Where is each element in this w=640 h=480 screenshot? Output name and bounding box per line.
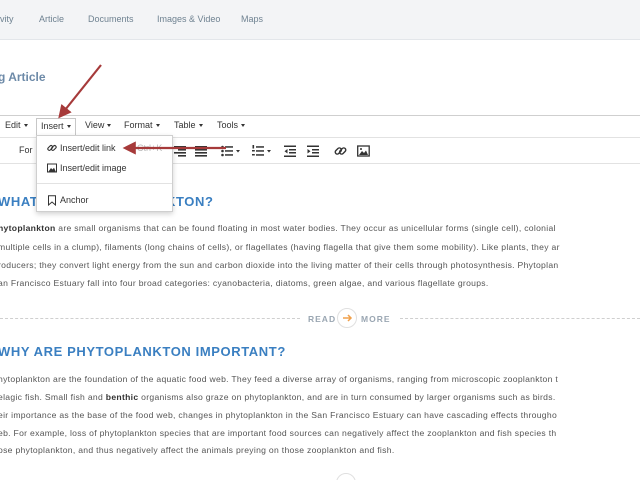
menu-item-insert-link[interactable]: Insert/edit link Ctrl+K <box>37 139 172 157</box>
paragraph-line: roducers; they convert light energy from… <box>0 260 559 270</box>
menu-table-label: Table <box>174 120 196 130</box>
menu-view[interactable]: View <box>85 120 112 134</box>
caret-down-icon <box>66 125 71 128</box>
menu-view-label: View <box>85 120 105 130</box>
image-icon <box>47 163 57 173</box>
bullet-list-icon[interactable] <box>221 144 241 158</box>
paragraph-text: organisms also graze on phytoplankton, a… <box>138 392 556 402</box>
top-nav: ivity Article Documents Images & Video M… <box>0 0 640 40</box>
paragraph-line: eir importance as the base of the food w… <box>0 410 558 420</box>
heading-text: WHAT <box>0 194 39 209</box>
read-more-button[interactable] <box>337 308 357 328</box>
link-icon <box>47 145 57 151</box>
menu-table[interactable]: Table <box>174 120 203 134</box>
menu-item-label: Insert/edit image <box>60 163 127 173</box>
caret-down-icon <box>107 124 112 127</box>
paragraph-line: elagic fish. Small fish and benthic orga… <box>0 392 556 402</box>
bold-term: benthic <box>105 392 139 402</box>
menu-separator <box>37 183 172 184</box>
menu-format-label: Format <box>124 120 153 130</box>
paragraph-text: elagic fish. Small fish and <box>0 392 106 402</box>
paragraph-line: hytoplankton are the foundation of the a… <box>0 374 559 384</box>
align-justify-icon[interactable] <box>195 144 207 158</box>
annotation-arrow-insert <box>58 64 102 119</box>
paragraph-line: an Francisco Estuary fall into four broa… <box>0 278 489 288</box>
shortcut-label: Ctrl+K <box>137 143 163 153</box>
align-right-icon[interactable] <box>174 144 186 158</box>
bookmark-icon <box>48 195 56 206</box>
paragraph-line: ose phytoplankton, and thus negatively a… <box>0 445 395 455</box>
more-label: MORE <box>361 314 391 324</box>
read-more-divider: READ MORE <box>0 308 640 328</box>
caret-down-icon <box>241 124 246 127</box>
bold-term: hytoplankton <box>0 223 56 233</box>
divider-line <box>0 318 300 319</box>
page-title: g Article <box>0 70 46 84</box>
menu-insert[interactable]: Insert <box>36 118 76 135</box>
paragraph-line: multiple cells in a clump), filaments (l… <box>0 242 560 252</box>
read-label: READ <box>308 314 337 324</box>
caret-down-icon <box>198 124 203 127</box>
nav-item-maps[interactable]: Maps <box>241 14 263 24</box>
nav-item-activity[interactable]: ivity <box>0 14 14 24</box>
menu-edit-label: Edit <box>5 120 21 130</box>
section-heading-what: WHAT <box>0 194 38 209</box>
menu-item-anchor[interactable]: Anchor <box>37 191 172 209</box>
numbered-list-icon[interactable] <box>252 144 272 158</box>
caret-down-icon <box>23 124 28 127</box>
image-icon[interactable] <box>357 144 370 158</box>
menu-format[interactable]: Format <box>124 120 160 134</box>
menu-insert-label: Insert <box>41 121 64 131</box>
nav-item-article[interactable]: Article <box>39 14 64 24</box>
menu-item-insert-image[interactable]: Insert/edit image <box>37 159 172 177</box>
insert-dropdown-menu: Insert/edit link Ctrl+K Insert/edit imag… <box>36 135 173 212</box>
menu-tools[interactable]: Tools <box>217 120 246 134</box>
menu-item-label: Anchor <box>60 195 89 205</box>
format-select[interactable]: For <box>19 145 33 155</box>
menu-tools-label: Tools <box>217 120 239 130</box>
paragraph-line: eb. For example, loss of phytoplankton s… <box>0 428 557 438</box>
paragraph-line: hytoplankton are small organisms that ca… <box>0 223 556 233</box>
divider-line <box>400 318 640 319</box>
caret-down-icon <box>155 124 160 127</box>
arrow-right-icon <box>343 314 353 322</box>
menu-item-label: Insert/edit link <box>60 143 116 153</box>
paragraph-text: are small organisms that can be found fl… <box>55 223 556 233</box>
read-more-button[interactable] <box>336 473 356 480</box>
menu-edit[interactable]: Edit <box>5 120 28 134</box>
outdent-icon[interactable] <box>284 144 296 158</box>
nav-item-images-video[interactable]: Images & Video <box>157 14 220 24</box>
nav-item-documents[interactable]: Documents <box>88 14 134 24</box>
section-heading-why: WHY ARE PHYTOPLANKTON IMPORTANT? <box>0 344 286 359</box>
link-icon[interactable] <box>334 144 347 158</box>
indent-icon[interactable] <box>307 144 319 158</box>
